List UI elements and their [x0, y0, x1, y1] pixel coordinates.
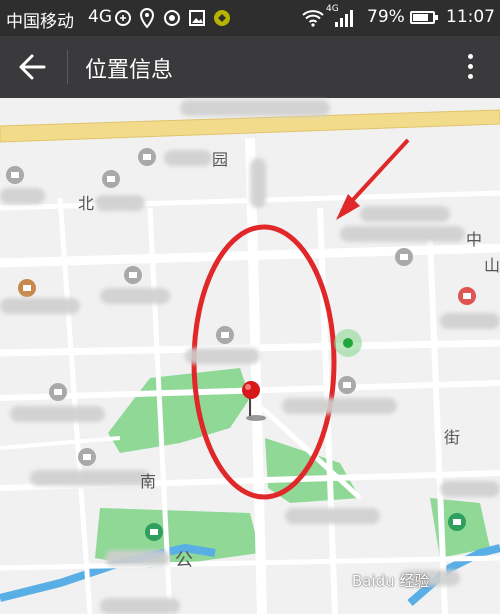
place-label-blurred: [95, 195, 145, 211]
poi-icon[interactable]: [49, 383, 67, 401]
wifi-icon: [302, 7, 324, 29]
poi-icon[interactable]: [138, 148, 156, 166]
signal-icon: [334, 7, 356, 29]
current-location-dot: [343, 338, 353, 348]
map-label: 园: [212, 150, 229, 169]
place-label-blurred: [282, 398, 397, 414]
poi-icon[interactable]: [216, 326, 234, 344]
toolbar-divider: [67, 50, 68, 84]
map-label: 山: [484, 256, 500, 275]
place-label-blurred: [100, 288, 170, 304]
place-label-blurred: [180, 100, 330, 116]
place-label-blurred: [100, 598, 180, 614]
place-label-blurred: [0, 298, 80, 314]
data-saver-icon: [112, 7, 134, 29]
baidu-watermark: Baidu 经验: [352, 572, 430, 590]
place-label-blurred: [340, 226, 465, 242]
place-label-blurred: [0, 188, 45, 204]
app-icon: [211, 7, 233, 29]
place-label-blurred: [250, 158, 266, 208]
hospital-poi-icon[interactable]: [458, 287, 476, 305]
status-bar: 中国移动 4G 4G 79% 11:07: [0, 0, 500, 36]
arrow-left-icon: [19, 54, 46, 80]
poi-icon[interactable]: [395, 248, 413, 266]
place-label-blurred: [164, 150, 212, 166]
poi-icon-orange[interactable]: [18, 279, 36, 297]
place-label-blurred: [185, 348, 260, 364]
map-view[interactable]: 园 北 中 山 街 公 南 Baidu 经验: [0, 98, 500, 614]
park-area-left: [108, 368, 250, 453]
place-label-blurred: [30, 470, 150, 486]
poi-icon[interactable]: [338, 376, 356, 394]
park-poi-icon[interactable]: [448, 513, 466, 531]
park-poi-icon[interactable]: [145, 523, 163, 541]
map-label: 北: [78, 194, 95, 213]
place-label-blurred: [360, 206, 450, 222]
place-label-blurred: [285, 508, 380, 524]
battery-percentage: 79%: [367, 7, 405, 27]
poi-icon[interactable]: [6, 166, 24, 184]
app-toolbar: 位置信息: [0, 36, 500, 98]
place-label-blurred: [440, 481, 500, 497]
sync-icon: [161, 7, 183, 29]
battery-icon: [410, 11, 438, 24]
map-label: 公: [175, 550, 193, 571]
location-icon: [136, 7, 158, 29]
map-label: 南: [140, 472, 157, 491]
screen: 中国移动 4G 4G 79% 11:07 位置信息 园 北 中 山 街 公 南 …: [0, 0, 500, 614]
poi-icon[interactable]: [124, 266, 142, 284]
map-label: 街: [444, 428, 461, 447]
back-button[interactable]: [8, 44, 56, 90]
network-type: 4G: [88, 7, 112, 27]
poi-icon[interactable]: [102, 170, 120, 188]
page-title: 位置信息: [85, 58, 174, 83]
place-label-blurred: [440, 313, 500, 329]
place-label-blurred: [10, 406, 105, 422]
poi-icon[interactable]: [78, 448, 96, 466]
map-label: 中: [466, 230, 483, 249]
image-icon: [186, 7, 208, 29]
more-options-button[interactable]: [452, 46, 488, 88]
clock: 11:07: [446, 7, 495, 27]
carrier-name: 中国移动: [6, 12, 74, 32]
place-label-blurred: [105, 550, 170, 566]
